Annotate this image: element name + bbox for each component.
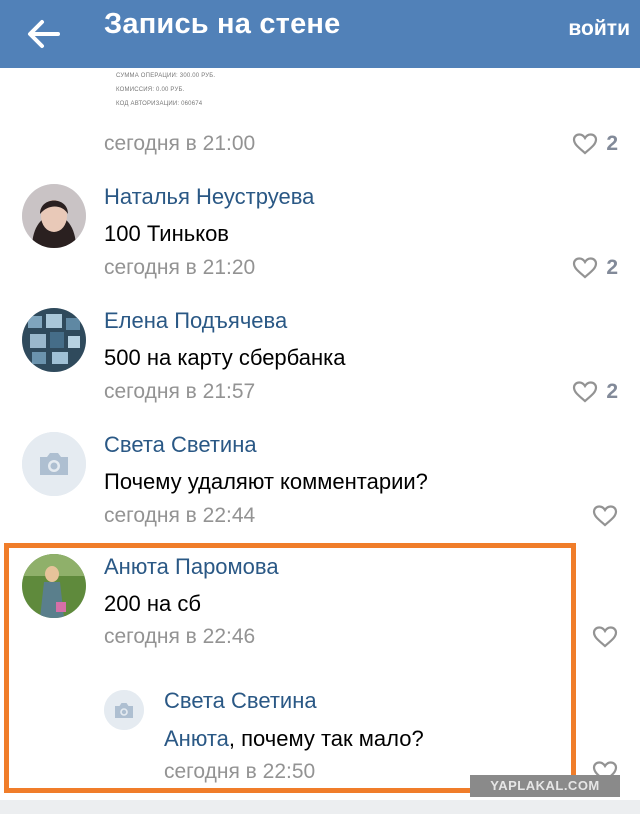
heart-icon	[573, 257, 598, 279]
avatar[interactable]	[22, 554, 86, 618]
comment-text: Почему удаляют комментарии?	[104, 469, 428, 494]
receipt-line: КОМИССИЯ: 0.00 РУБ.	[116, 87, 185, 93]
comment-author[interactable]: Света Светина	[164, 688, 317, 714]
comment-author[interactable]: Елена Подъячева	[104, 308, 287, 334]
camera-icon	[22, 432, 86, 496]
camera-icon	[104, 690, 144, 730]
login-button[interactable]: войти	[568, 17, 630, 41]
comment-text: 100 Тиньков	[104, 221, 229, 246]
heart-icon	[592, 505, 618, 527]
like-count: 2	[606, 380, 618, 403]
arrow-left-icon	[28, 20, 60, 48]
comment-author[interactable]: Света Светина	[104, 432, 257, 458]
heart-icon	[573, 133, 598, 155]
receipt-line: СУММА ОПЕРАЦИИ: 300.00 РУБ.	[116, 73, 216, 79]
comment-time: сегодня в 21:00	[104, 132, 256, 155]
like-button[interactable]: 2	[572, 256, 618, 280]
comment-author[interactable]: Анюта Паромова	[104, 554, 279, 580]
like-button[interactable]	[592, 504, 618, 528]
bottom-bar	[0, 800, 640, 814]
comment-author[interactable]: Наталья Неуструева	[104, 184, 314, 210]
page-title: Запись на стене	[104, 8, 341, 40]
reply-text: , почему так мало?	[228, 726, 424, 751]
comment-text: Анюта, почему так мало?	[164, 726, 424, 752]
receipt-line: КОД АВТОРИЗАЦИИ: 060674	[116, 101, 203, 107]
heart-icon	[573, 381, 598, 403]
heart-icon	[592, 626, 618, 648]
like-count: 2	[606, 132, 618, 155]
avatar[interactable]	[22, 184, 86, 248]
avatar[interactable]	[22, 432, 86, 496]
watermark: YAPLAKAL.COM	[470, 775, 620, 797]
mention-link[interactable]: Анюта	[164, 726, 229, 751]
comment-time: сегодня в 21:57	[104, 380, 256, 403]
like-button[interactable]	[592, 625, 618, 649]
like-button[interactable]: 2	[572, 132, 618, 156]
comment-text: 500 на карту сбербанка	[104, 345, 346, 370]
top-bar: Запись на стене войти	[0, 0, 640, 68]
receipt-image: СУММА ОПЕРАЦИИ: 300.00 РУБ. КОМИССИЯ: 0.…	[116, 69, 316, 121]
avatar[interactable]	[104, 690, 144, 730]
back-button[interactable]	[22, 12, 66, 56]
like-button[interactable]: 2	[572, 380, 618, 404]
like-count: 2	[606, 256, 618, 279]
comment-time: сегодня в 21:20	[104, 256, 256, 279]
comment-time: сегодня в 22:50	[164, 760, 316, 783]
highlight-frame	[4, 543, 576, 793]
comment-time: сегодня в 22:44	[104, 504, 256, 527]
avatar[interactable]	[22, 308, 86, 372]
comment-text: 200 на сб	[104, 591, 201, 616]
comment-time: сегодня в 22:46	[104, 625, 256, 648]
